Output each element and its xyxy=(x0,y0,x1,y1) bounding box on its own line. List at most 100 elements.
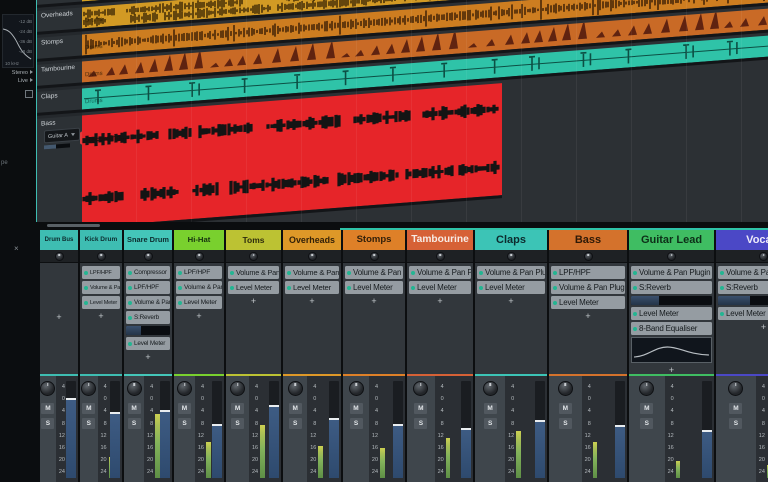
plugin-slot[interactable]: Volume & Pan Plugin xyxy=(718,266,768,279)
plugin-slot[interactable]: Volume & Pan Plugin xyxy=(82,281,120,294)
plugin-slot[interactable]: LPF/HPF xyxy=(176,266,222,279)
fader-cap[interactable] xyxy=(461,428,471,430)
solo-button[interactable]: S xyxy=(414,418,427,429)
pan-knob[interactable] xyxy=(127,381,142,396)
plugin-slot[interactable]: Level Meter xyxy=(409,281,471,294)
mute-button[interactable]: M xyxy=(41,403,54,414)
pan-knob[interactable] xyxy=(639,381,654,396)
pan-knob[interactable] xyxy=(349,381,364,396)
channel-name-header[interactable]: Stomps xyxy=(343,230,405,250)
plugin-slot[interactable]: S:Reverb xyxy=(718,281,768,294)
plugin-slot[interactable]: Volume & Pan Plugin xyxy=(409,266,471,279)
fader-cap[interactable] xyxy=(329,418,339,420)
channel-name-header[interactable]: Snare Drum xyxy=(124,230,172,250)
volume-fader[interactable] xyxy=(615,381,625,478)
mute-button[interactable]: M xyxy=(640,403,653,414)
mute-button[interactable]: M xyxy=(414,403,427,414)
plugin-enabled-dot[interactable] xyxy=(230,286,234,290)
plugin-enabled-dot[interactable] xyxy=(84,286,88,290)
plugin-slot[interactable]: Volume & Pan Plugin xyxy=(477,266,545,279)
plugin-slot[interactable]: LPF/HPF xyxy=(82,266,120,279)
plugin-enabled-dot[interactable] xyxy=(633,286,637,290)
pan-knob[interactable] xyxy=(413,381,428,396)
track-header-stomps[interactable]: Stomps xyxy=(37,34,83,62)
volume-fader[interactable] xyxy=(535,381,545,478)
mute-button[interactable]: M xyxy=(82,403,95,414)
plugin-enabled-dot[interactable] xyxy=(411,271,415,275)
plugin-enabled-dot[interactable] xyxy=(178,301,182,305)
plugin-slot[interactable]: Volume & Pan Plugin xyxy=(345,266,403,279)
add-plugin-button[interactable]: + xyxy=(176,311,222,321)
pan-knob[interactable] xyxy=(288,381,303,396)
channel-name-header[interactable]: Guitar Lead xyxy=(629,230,714,250)
add-plugin-button[interactable]: + xyxy=(345,296,403,306)
plugin-enabled-dot[interactable] xyxy=(178,286,182,290)
property-checkbox[interactable] xyxy=(25,90,33,98)
channel-name-header[interactable]: Drum Bus xyxy=(40,230,78,250)
volume-fader[interactable] xyxy=(702,381,712,478)
plugin-enabled-dot[interactable] xyxy=(553,301,557,305)
add-plugin-button[interactable]: + xyxy=(42,312,76,322)
add-plugin-button[interactable]: + xyxy=(477,296,545,306)
mute-button[interactable]: M xyxy=(178,403,191,414)
plugin-enabled-dot[interactable] xyxy=(633,312,637,316)
fader-cap[interactable] xyxy=(393,424,403,426)
solo-button[interactable]: S xyxy=(178,418,191,429)
channel-name-header[interactable]: Bass xyxy=(549,230,627,250)
equaliser-curve-display[interactable] xyxy=(631,337,712,363)
add-plugin-button[interactable]: + xyxy=(82,311,120,321)
add-plugin-button[interactable]: + xyxy=(285,296,339,306)
fader-cap[interactable] xyxy=(160,410,170,412)
track-header-vocals[interactable]: Vocals xyxy=(37,0,83,8)
property-live[interactable]: Live xyxy=(0,76,36,84)
plugin-slot[interactable]: LPF/HPF xyxy=(126,281,170,294)
mute-button[interactable]: M xyxy=(559,403,572,414)
plugin-wet-slider[interactable] xyxy=(718,296,768,305)
solo-button[interactable]: S xyxy=(559,418,572,429)
plugin-slot[interactable]: Level Meter xyxy=(477,281,545,294)
gain-knob[interactable] xyxy=(144,252,153,261)
plugin-wet-slider[interactable] xyxy=(126,326,170,335)
channel-name-header[interactable]: Claps xyxy=(475,230,547,250)
pan-knob[interactable] xyxy=(230,381,245,396)
plugin-slot[interactable]: Level Meter xyxy=(345,281,403,294)
plugin-slot[interactable]: Volume & Pan Plugin xyxy=(228,266,279,279)
plugin-enabled-dot[interactable] xyxy=(84,271,88,275)
gain-knob[interactable] xyxy=(507,252,516,261)
horizontal-scrollbar[interactable] xyxy=(47,224,100,227)
solo-button[interactable]: S xyxy=(231,418,244,429)
plugin-enabled-dot[interactable] xyxy=(84,301,88,305)
plugin-slot[interactable]: Level Meter xyxy=(631,307,712,320)
pan-knob[interactable] xyxy=(177,381,192,396)
volume-fader[interactable] xyxy=(461,381,471,478)
solo-button[interactable]: S xyxy=(128,418,141,429)
gain-knob[interactable] xyxy=(436,252,445,261)
gain-knob[interactable] xyxy=(249,252,258,261)
gain-knob[interactable] xyxy=(759,252,768,261)
plugin-slot[interactable]: Level Meter xyxy=(82,296,120,309)
volume-fader[interactable] xyxy=(160,381,170,478)
channel-name-header[interactable]: Vocals xyxy=(716,230,768,250)
solo-button[interactable]: S xyxy=(729,418,742,429)
pan-knob[interactable] xyxy=(728,381,743,396)
gain-knob[interactable] xyxy=(584,252,593,261)
solo-button[interactable]: S xyxy=(41,418,54,429)
gain-knob[interactable] xyxy=(667,252,676,261)
plugin-enabled-dot[interactable] xyxy=(287,271,291,275)
plugin-slot[interactable]: Level Meter xyxy=(551,296,625,309)
plugin-slot[interactable]: Volume & Pan Plugin xyxy=(631,266,712,279)
solo-button[interactable]: S xyxy=(484,418,497,429)
mute-button[interactable]: M xyxy=(350,403,363,414)
plugin-enabled-dot[interactable] xyxy=(479,271,483,275)
plugin-enabled-dot[interactable] xyxy=(633,271,637,275)
add-plugin-button[interactable]: + xyxy=(228,296,279,306)
channel-name-header[interactable]: Tambourine xyxy=(407,230,473,250)
plugin-enabled-dot[interactable] xyxy=(128,301,132,305)
plugin-enabled-dot[interactable] xyxy=(287,286,291,290)
plugin-enabled-dot[interactable] xyxy=(128,342,132,346)
channel-name-header[interactable]: Kick Drum xyxy=(80,230,122,250)
plugin-enabled-dot[interactable] xyxy=(347,286,351,290)
solo-button[interactable]: S xyxy=(640,418,653,429)
gain-knob[interactable] xyxy=(55,252,64,261)
plugin-enabled-dot[interactable] xyxy=(479,286,483,290)
